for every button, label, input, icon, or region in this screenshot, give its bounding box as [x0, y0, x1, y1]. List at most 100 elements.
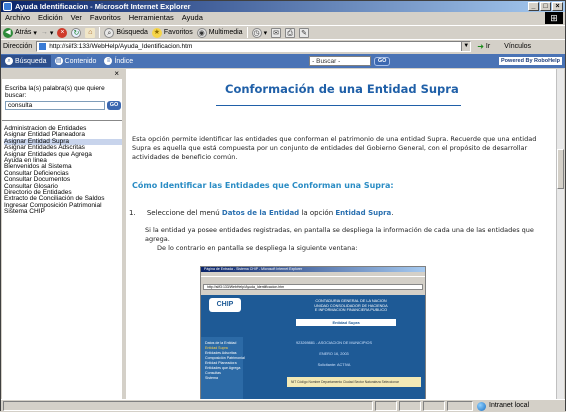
star-icon: ★	[151, 27, 162, 38]
zone-label: Intranet local	[489, 402, 530, 409]
go-button[interactable]: ➜ Ir	[477, 42, 490, 51]
search-input[interactable]: consulta	[5, 101, 105, 110]
toolbar-separator	[99, 27, 101, 38]
menu-herramientas[interactable]: Herramientas	[129, 12, 174, 24]
media-icon: ◉	[196, 27, 207, 38]
address-url: http://siif3:133/WebHelp/Ayuda_Identific…	[49, 43, 193, 50]
home-icon: ⌂	[85, 27, 96, 38]
title-bar: Ayuda Identificacion - Microsoft Interne…	[1, 1, 565, 12]
back-arrow-icon: ◀	[3, 27, 13, 38]
embedded-center: 923269881 - ASOCIACION DE MUNICIPIOS ENE…	[296, 341, 372, 367]
windows-logo-icon: ⊞	[545, 12, 563, 24]
step-text: Seleccione del menú	[146, 209, 220, 217]
embedded-address: http://siif3:133/WebHelp/Ayuda_Identific…	[203, 284, 423, 290]
toolbar-separator	[246, 27, 248, 38]
minimize-button[interactable]: _	[528, 2, 539, 11]
help-search-input[interactable]: - Buscar -	[309, 56, 372, 66]
close-button[interactable]: ×	[552, 2, 563, 11]
search-icon: ⌕	[104, 27, 115, 38]
refresh-button[interactable]: ↻	[71, 27, 82, 38]
address-input[interactable]: http://siif3:133/WebHelp/Ayuda_Identific…	[36, 41, 472, 52]
search-button[interactable]: ⌕ Búsqueda	[104, 27, 148, 38]
stop-icon: ×	[57, 27, 68, 38]
toolbar: ◀ Atrás ▾ → ▾ × ↻ ⌂ ⌕ Búsqueda ★ Favorit…	[1, 25, 565, 39]
menu-link-datos-entidad[interactable]: Datos de la Entidad	[222, 209, 299, 217]
intro-paragraph: Esta opción permite identificar las enti…	[132, 135, 537, 161]
title-rule	[216, 105, 461, 106]
back-button[interactable]: ◀ Atrás ▾	[3, 27, 37, 38]
vertical-scrollbar[interactable]	[556, 69, 564, 399]
embedded-tab: Entidad Supra	[296, 319, 396, 326]
step-1-detail: Si la entidad ya posee entidades registr…	[145, 226, 555, 253]
tab-contenido[interactable]: ▤ Contenido	[51, 55, 101, 67]
print-button[interactable]: ⎙	[285, 27, 296, 38]
chevron-down-icon[interactable]: ▼	[461, 42, 471, 51]
embedded-body: CHIP CONTADURIA GENERAL DE LA NACION UNI…	[201, 295, 425, 399]
forward-button[interactable]: → ▾	[41, 29, 54, 37]
menu-bar: Archivo Edición Ver Favoritos Herramient…	[1, 12, 565, 24]
home-button[interactable]: ⌂	[85, 27, 96, 38]
forward-arrow-icon: →	[40, 29, 48, 36]
links-button[interactable]: Vínculos	[504, 43, 531, 50]
go-arrow-icon: ➜	[477, 42, 484, 51]
index-icon: ≡	[104, 57, 113, 65]
chevron-down-icon: ▾	[263, 29, 268, 37]
edit-icon: ✎	[299, 27, 310, 38]
history-button[interactable]: ◷ ▾	[251, 27, 268, 38]
mail-icon: ✉	[271, 27, 282, 38]
robohelp-toolbar: ⌕ Búsqueda ▤ Contenido ≡ Índice - Buscar…	[1, 54, 565, 68]
search-prompt: Escriba la(s) palabra(s) que quiere busc…	[5, 85, 105, 99]
detail-line: Si la entidad ya posee entidades registr…	[145, 226, 534, 243]
topic-content: Conformación de una Entidad Supra Esta o…	[126, 69, 558, 399]
status-cell	[423, 401, 445, 411]
menu-favoritos[interactable]: Favoritos	[90, 12, 121, 24]
refresh-icon: ↻	[71, 27, 82, 38]
embedded-header: CONTADURIA GENERAL DE LA NACION UNIDAD C…	[314, 299, 388, 313]
menu-ver[interactable]: Ver	[71, 12, 82, 24]
menu-link-entidad-supra[interactable]: Entidad Supra	[335, 209, 391, 217]
multimedia-button[interactable]: ◉ Multimedia	[196, 27, 243, 38]
status-text-cell	[3, 401, 373, 411]
globe-icon	[477, 401, 486, 411]
book-icon: ▤	[54, 57, 63, 65]
menu-edicion[interactable]: Edición	[38, 12, 63, 24]
robohelp-badge: Powered By RoboHelp	[499, 57, 562, 65]
favorites-button[interactable]: ★ Favoritos	[151, 27, 193, 38]
address-label: Dirección	[3, 43, 33, 50]
step-1: 1. Seleccione del menú Datos de la Entid…	[129, 209, 394, 217]
address-bar: Dirección http://siif3:133/WebHelp/Ayuda…	[1, 39, 565, 53]
pane-header: ×	[2, 69, 122, 79]
scrollbar-thumb[interactable]	[557, 149, 564, 189]
menu-ayuda[interactable]: Ayuda	[182, 12, 203, 24]
security-zone: Intranet local	[477, 400, 529, 412]
embedded-menu: Datos de la Entidad Entidad Supra Entida…	[205, 341, 245, 380]
stop-button[interactable]: ×	[57, 27, 68, 38]
print-icon: ⎙	[285, 27, 296, 38]
navigation-pane: × Escriba la(s) palabra(s) que quiere bu…	[2, 69, 124, 399]
status-cell	[447, 401, 473, 411]
tab-busqueda[interactable]: ⌕ Búsqueda	[1, 55, 51, 67]
help-go-button[interactable]: GO	[374, 56, 391, 66]
search-panel: Escriba la(s) palabra(s) que quiere busc…	[2, 79, 122, 121]
step-text: la opción	[301, 209, 334, 217]
menu-archivo[interactable]: Archivo	[5, 12, 30, 24]
page-title: Conformación de una Entidad Supra	[225, 82, 459, 96]
status-cell	[399, 401, 421, 411]
status-bar: Intranet local	[1, 399, 565, 411]
maximize-button[interactable]: □	[540, 2, 551, 11]
search-go-button[interactable]: GO	[107, 101, 121, 110]
ie-icon	[3, 2, 12, 11]
tab-indice[interactable]: ≡ Índice	[100, 55, 137, 67]
window-title: Ayuda Identificacion - Microsoft Interne…	[15, 2, 191, 11]
browser-window: Ayuda Identificacion - Microsoft Interne…	[0, 0, 566, 411]
history-icon: ◷	[251, 27, 262, 38]
close-icon[interactable]: ×	[114, 69, 119, 79]
edit-button[interactable]: ✎	[299, 27, 310, 38]
list-item[interactable]: Sistema CHIP	[4, 208, 122, 215]
status-cell	[375, 401, 397, 411]
step-number: 1.	[129, 209, 136, 217]
mail-button[interactable]: ✉	[271, 27, 282, 38]
embedded-screenshot: Página de Entrada - Sistema CHIP - Micro…	[200, 266, 426, 399]
detail-line: De lo contrario en pantalla se despliega…	[157, 244, 358, 252]
chip-logo: CHIP	[209, 298, 241, 312]
